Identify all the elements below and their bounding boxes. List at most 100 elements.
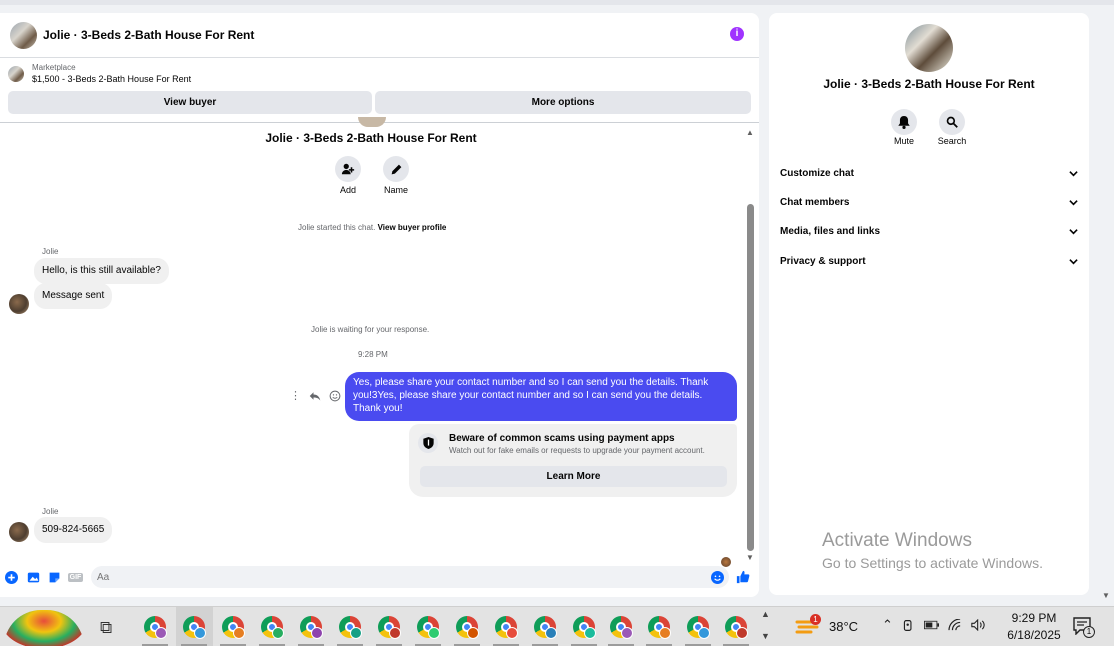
incoming-message[interactable]: Message sent	[34, 283, 113, 309]
listing-line: $1,500 - 3-Beds 2-Bath House For Rent	[32, 74, 192, 84]
volume-icon[interactable]	[971, 619, 986, 631]
timestamp: 9:28 PM	[358, 350, 388, 359]
wifi-icon[interactable]	[948, 619, 962, 631]
chat-details-panel: Jolie · 3-Beds 2-Bath House For Rent Mut…	[769, 13, 1089, 595]
profile-badge	[428, 627, 440, 639]
sender-name: Jolie	[42, 247, 59, 256]
started-chat-notice: Jolie started this chat. View buyer prof…	[298, 223, 447, 232]
message-input[interactable]	[91, 566, 729, 588]
profile-badge	[467, 627, 479, 639]
chevron-down-icon	[1069, 171, 1078, 177]
profile-badge	[194, 627, 206, 639]
learn-more-button[interactable]: Learn More	[420, 466, 727, 487]
sender-name: Jolie	[42, 507, 59, 516]
sticker-icon[interactable]	[47, 570, 61, 584]
profile-badge	[584, 627, 596, 639]
photo-icon[interactable]	[26, 570, 40, 584]
edit-name-button[interactable]	[383, 156, 409, 182]
view-buyer-button[interactable]: View buyer	[8, 91, 372, 114]
bell-icon	[898, 115, 910, 129]
shield-icon	[418, 433, 438, 453]
chevron-down-icon	[1069, 259, 1078, 265]
chevron-down-icon	[1069, 200, 1078, 206]
listing-avatar-large[interactable]	[905, 24, 953, 72]
profile-badge	[621, 627, 633, 639]
plus-icon[interactable]	[4, 570, 18, 584]
warning-title: Beware of common scams using payment app…	[449, 433, 675, 444]
name-label: Name	[383, 185, 408, 195]
message-actions: ⋮	[290, 389, 341, 402]
profile-badge	[350, 627, 362, 639]
search-label: Search	[937, 136, 967, 146]
profile-badge	[155, 627, 167, 639]
search-icon	[946, 116, 958, 128]
chevron-up-icon[interactable]: ⌃	[882, 617, 893, 633]
more-options-button[interactable]: More options	[375, 91, 751, 114]
emoji-react-icon[interactable]	[329, 390, 341, 402]
media-files-links-row[interactable]: Media, files and links	[780, 226, 1078, 237]
mute-button[interactable]	[891, 109, 917, 135]
profile-badge	[659, 627, 671, 639]
sender-avatar[interactable]	[9, 522, 29, 542]
task-view-icon[interactable]: ⧉	[100, 618, 112, 638]
scroll-up-arrow[interactable]: ▲	[746, 128, 754, 137]
waiting-notice: Jolie is waiting for your response.	[311, 325, 430, 334]
weather-icon[interactable]: 1	[795, 614, 821, 636]
profile-badge	[311, 627, 323, 639]
incoming-message[interactable]: Hello, is this still available?	[34, 258, 169, 284]
clock[interactable]: 9:29 PM 6/18/2025	[1004, 610, 1064, 644]
conversation-title: Jolie · 3-Beds 2-Bath House For Rent	[265, 131, 477, 145]
page-scroll-down-arrow[interactable]: ▼	[1102, 591, 1110, 600]
meet-now-icon[interactable]	[902, 619, 915, 632]
view-buyer-profile-link[interactable]: View buyer profile	[378, 223, 447, 232]
chat-scrollbar-thumb[interactable]	[747, 204, 754, 551]
info-icon[interactable]: i	[730, 27, 744, 41]
battery-icon[interactable]	[923, 620, 939, 630]
taskbar-scroll-up-icon[interactable]: ▲	[761, 609, 770, 619]
profile-badge	[545, 627, 557, 639]
search-button[interactable]	[939, 109, 965, 135]
reply-icon[interactable]	[309, 390, 321, 402]
system-tray: ⌃	[882, 617, 986, 633]
chat-panel: Jolie · 3-Beds 2-Bath House For Rent i M…	[0, 13, 759, 597]
privacy-support-row[interactable]: Privacy & support	[780, 256, 1078, 267]
widgets-food-icon[interactable]	[4, 610, 84, 646]
chat-header[interactable]: Jolie · 3-Beds 2-Bath House For Rent	[0, 13, 759, 58]
temperature-text[interactable]: 38°C	[829, 619, 858, 634]
add-label: Add	[339, 185, 356, 195]
profile-badge	[506, 627, 518, 639]
emoji-icon[interactable]	[710, 570, 724, 584]
add-person-button[interactable]	[335, 156, 361, 182]
marketplace-label: Marketplace	[32, 63, 76, 72]
weather-badge: 1	[810, 614, 821, 625]
customize-chat-row[interactable]: Customize chat	[780, 168, 1078, 179]
profile-badge	[698, 627, 710, 639]
listing-avatar[interactable]	[10, 21, 37, 49]
conversation-avatar	[358, 117, 386, 127]
top-strip	[0, 0, 1114, 5]
chat-title[interactable]: Jolie · 3-Beds 2-Bath House For Rent	[43, 28, 254, 42]
profile-badge	[389, 627, 401, 639]
outgoing-message[interactable]: Yes, please share your contact number an…	[345, 372, 737, 421]
details-title: Jolie · 3-Beds 2-Bath House For Rent	[823, 77, 1035, 91]
marketplace-row[interactable]: Marketplace $1,500 - 3-Beds 2-Bath House…	[8, 63, 191, 84]
activate-windows-watermark: Activate Windows Go to Settings to activ…	[822, 530, 1043, 571]
message-composer: GIF	[0, 564, 759, 592]
chevron-down-icon	[1069, 229, 1078, 235]
incoming-message[interactable]: 509-824-5665	[34, 517, 113, 543]
warning-subtitle: Watch out for fake emails or requests to…	[449, 446, 705, 455]
sender-avatar[interactable]	[9, 294, 29, 314]
scroll-down-arrow[interactable]: ▼	[746, 553, 754, 562]
notification-count: 1	[1083, 626, 1095, 638]
profile-badge	[272, 627, 284, 639]
taskbar-scroll-down-icon[interactable]: ▼	[761, 631, 770, 641]
chat-members-row[interactable]: Chat members	[780, 197, 1078, 208]
profile-badge	[736, 627, 748, 639]
mute-label: Mute	[893, 136, 914, 146]
gif-icon[interactable]: GIF	[67, 570, 84, 584]
notification-icon[interactable]: 1	[1073, 617, 1095, 638]
more-icon[interactable]: ⋮	[290, 389, 301, 402]
add-person-icon	[341, 163, 355, 175]
scam-warning-card: Beware of common scams using payment app…	[409, 424, 737, 497]
thumbs-up-icon[interactable]	[736, 570, 750, 584]
